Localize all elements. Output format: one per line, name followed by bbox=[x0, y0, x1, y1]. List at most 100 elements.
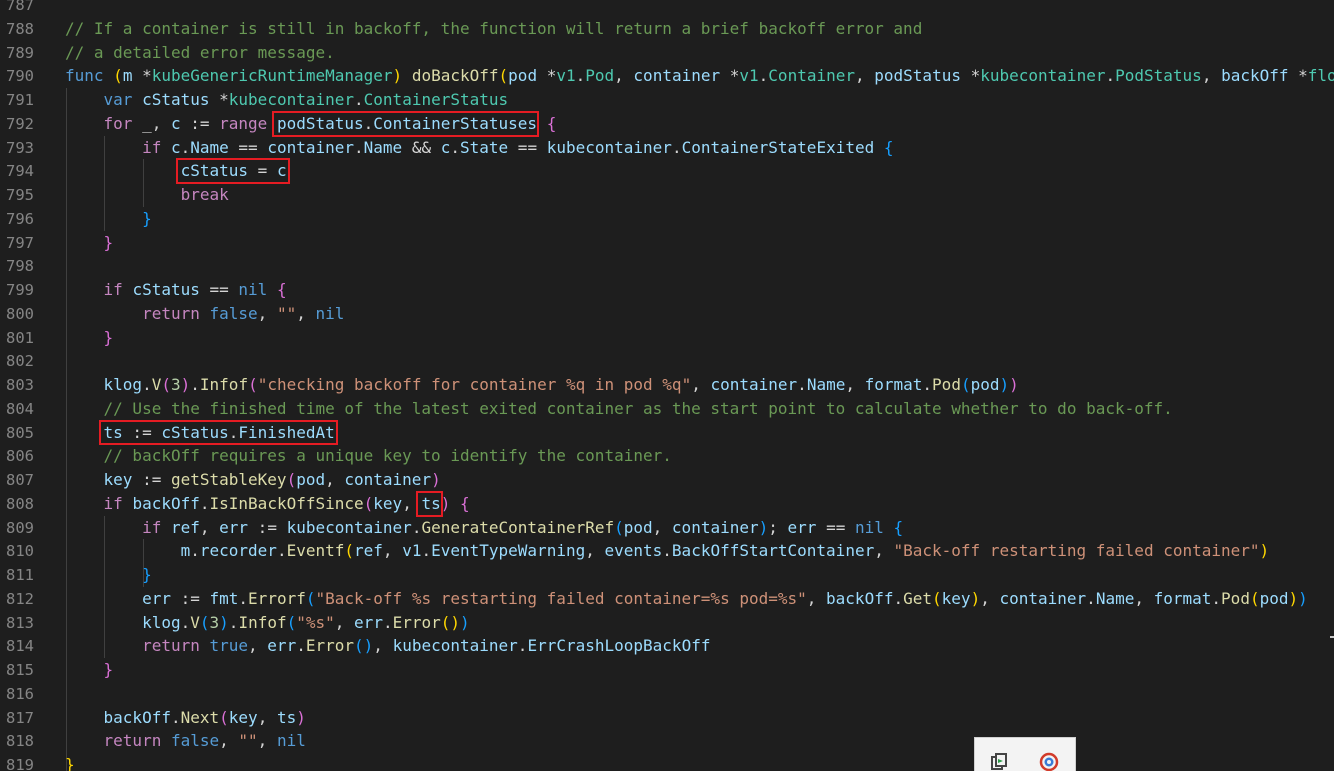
code-token: ( bbox=[113, 66, 123, 86]
code-token: == bbox=[816, 517, 855, 537]
code-line[interactable]: 814 return true, err.Error(), kubecontai… bbox=[0, 634, 1334, 658]
line-number: 792 bbox=[6, 114, 34, 133]
code-line[interactable]: 813 klog.V(3).Infof("%s", err.Error()) bbox=[0, 611, 1334, 635]
code-line[interactable]: 812 err := fmt.Errorf("Back-off %s resta… bbox=[0, 587, 1334, 611]
code-token: , bbox=[257, 731, 277, 751]
code-token: Errorf bbox=[248, 588, 306, 608]
code-line[interactable]: 795 break bbox=[0, 183, 1334, 207]
code-line[interactable]: 792 for _, c := range podStatus.Containe… bbox=[0, 112, 1334, 136]
code-token: key bbox=[228, 707, 258, 727]
code-token: , bbox=[845, 375, 865, 394]
code-token: "" bbox=[238, 731, 258, 751]
line-number: 812 bbox=[6, 589, 34, 608]
code-token: Container bbox=[768, 66, 855, 86]
copy-icon[interactable] bbox=[989, 752, 1009, 771]
line-number: 802 bbox=[6, 352, 34, 371]
code-token: . bbox=[296, 636, 306, 656]
code-line[interactable]: 801 } bbox=[0, 326, 1334, 350]
highlight-box bbox=[176, 158, 290, 184]
code-token: false bbox=[170, 731, 220, 751]
line-number: 805 bbox=[6, 423, 34, 442]
code-token: ) bbox=[363, 636, 374, 656]
code-line[interactable]: 808 if backOff.IsInBackOffSince(key, ts)… bbox=[0, 492, 1334, 516]
code-line[interactable]: 806 // backOff requires a unique key to … bbox=[0, 444, 1334, 468]
code-line[interactable]: 818 return false, "", nil bbox=[0, 729, 1334, 753]
code-token: container bbox=[710, 375, 798, 394]
code-token: ) bbox=[431, 470, 441, 489]
code-line[interactable]: 809 if ref, err := kubecontainer.Generat… bbox=[0, 516, 1334, 540]
code-token: . bbox=[180, 137, 191, 157]
code-token: ( bbox=[614, 517, 624, 537]
code-token: , bbox=[325, 470, 345, 489]
code-line[interactable]: 819} bbox=[0, 753, 1334, 771]
scrollbar-marker[interactable] bbox=[1330, 636, 1334, 638]
code-line[interactable]: 799 if cStatus == nil { bbox=[0, 278, 1334, 302]
code-token: pod bbox=[970, 375, 1000, 394]
code-token: backOff bbox=[1221, 66, 1289, 86]
code-line[interactable]: 796 } bbox=[0, 207, 1334, 231]
code-line[interactable]: 807 key := getStableKey(pod, container) bbox=[0, 468, 1334, 492]
code-token: ) bbox=[392, 66, 403, 86]
code-token: pod bbox=[623, 517, 653, 537]
code-text: return false, "", nil bbox=[65, 302, 344, 326]
code-line[interactable]: 811 } bbox=[0, 563, 1334, 587]
code-text: if ref, err := kubecontainer.GenerateCon… bbox=[65, 516, 903, 540]
line-number: 799 bbox=[6, 281, 34, 299]
code-editor[interactable]: 787 788 // If a container is still in bac… bbox=[0, 0, 1334, 771]
code-token: , bbox=[855, 66, 875, 86]
code-token: // If a container is still in backoff, t… bbox=[65, 18, 923, 38]
code-token: "" bbox=[276, 303, 297, 323]
code-line[interactable]: 800 return false, "", nil bbox=[0, 302, 1334, 326]
code-line[interactable]: 790 func (m *kubeGenericRuntimeManager) d… bbox=[0, 64, 1334, 88]
code-token: container bbox=[267, 137, 355, 157]
code-line[interactable]: 798 bbox=[0, 254, 1334, 278]
code-text: err := fmt.Errorf("Back-off %s restartin… bbox=[65, 587, 1308, 611]
code-line[interactable]: 797 } bbox=[0, 231, 1334, 255]
code-line[interactable]: 802 bbox=[0, 349, 1334, 373]
code-token: return bbox=[142, 636, 200, 656]
code-token: Name bbox=[1095, 588, 1135, 608]
code-line[interactable]: 788 // If a container is still in backoff… bbox=[0, 17, 1334, 41]
code-line[interactable]: 817 backOff.Next(key, ts) bbox=[0, 706, 1334, 730]
code-token: IsInBackOffSince bbox=[209, 493, 364, 513]
code-text bbox=[65, 349, 75, 373]
code-token: := bbox=[132, 470, 171, 489]
line-number: 797 bbox=[6, 233, 34, 252]
code-line[interactable]: 789 // a detailed error message. bbox=[0, 41, 1334, 65]
code-token: . bbox=[450, 137, 460, 157]
code-text: } bbox=[65, 231, 114, 255]
code-token: "Back-off %s restarting failed container… bbox=[315, 588, 807, 608]
code-token: , bbox=[219, 731, 239, 751]
code-line[interactable]: 787 bbox=[0, 0, 1334, 17]
code-token: Pod bbox=[1221, 588, 1250, 608]
code-token: 3 bbox=[209, 612, 220, 632]
app-icon[interactable] bbox=[1039, 752, 1059, 771]
code-line[interactable]: 815 } bbox=[0, 658, 1334, 682]
code-line[interactable]: 816 bbox=[0, 682, 1334, 706]
code-line[interactable]: 793 if c.Name == container.Name && c.Sta… bbox=[0, 136, 1334, 160]
code-token: Infof bbox=[238, 612, 287, 632]
code-line[interactable]: 803 klog.V(3).Infof("checking backoff fo… bbox=[0, 373, 1334, 397]
code-token: ) bbox=[970, 588, 981, 608]
code-line[interactable]: 791 var cStatus *kubecontainer.Container… bbox=[0, 88, 1334, 112]
code-token: nil bbox=[315, 303, 345, 323]
code-token: backOff bbox=[103, 707, 171, 727]
code-line[interactable]: 804 // Use the finished time of the late… bbox=[0, 397, 1334, 421]
code-token: . bbox=[758, 66, 769, 86]
code-token: ContainerStatus bbox=[363, 90, 509, 109]
line-number: 818 bbox=[6, 732, 34, 751]
line-number: 811 bbox=[6, 566, 34, 584]
code-token: . bbox=[238, 588, 249, 608]
code-token: , bbox=[199, 517, 220, 537]
code-line[interactable]: 810 m.recorder.Eventf(ref, v1.EventTypeW… bbox=[0, 539, 1334, 563]
line-number: 794 bbox=[6, 162, 34, 181]
code-token: // backOff requires a unique key to iden… bbox=[103, 446, 672, 466]
code-token: . bbox=[228, 612, 239, 632]
line-number: 806 bbox=[6, 447, 34, 466]
